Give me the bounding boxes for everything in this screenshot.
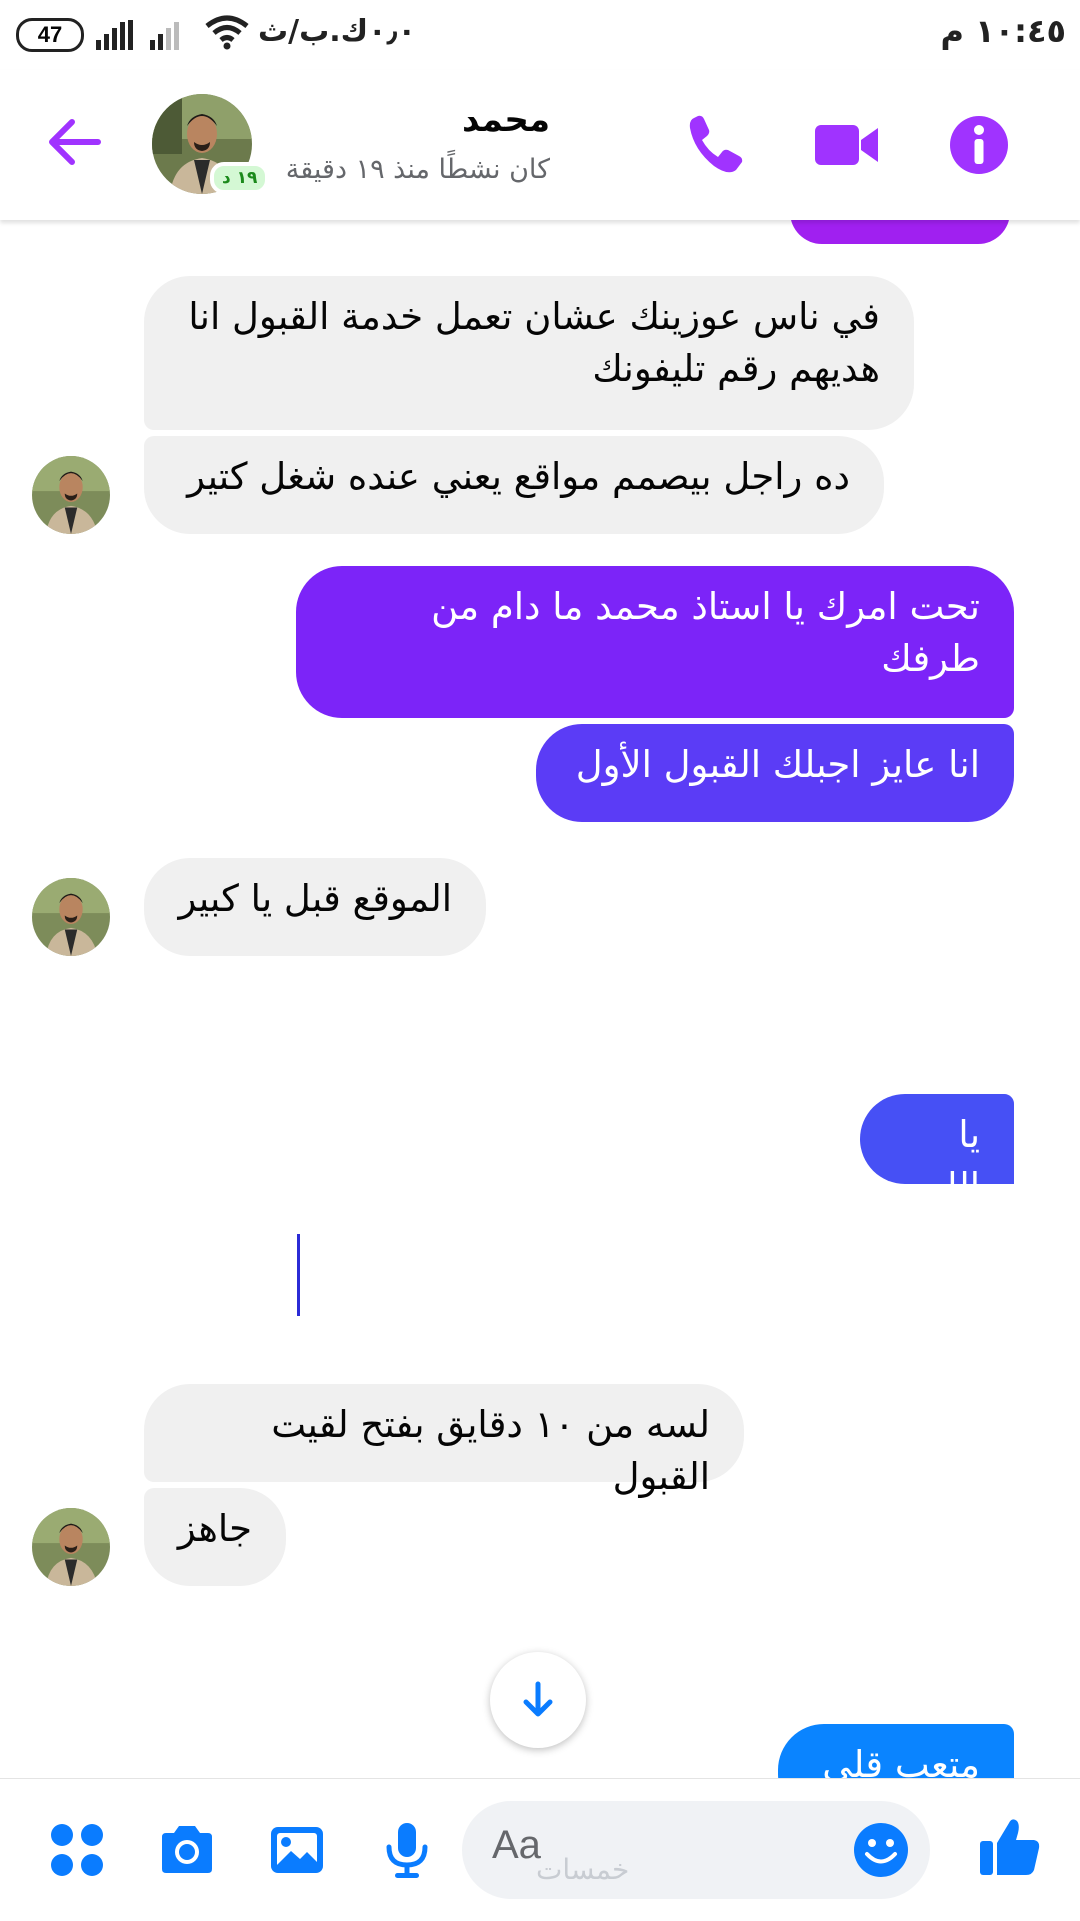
thumbs-up-icon[interactable] bbox=[976, 1813, 1044, 1881]
scroll-to-bottom-button[interactable] bbox=[490, 1652, 586, 1748]
message-bubble[interactable]: يا الله bbox=[860, 1094, 1014, 1208]
info-icon[interactable] bbox=[944, 110, 1014, 180]
signal-strength-icon-2 bbox=[150, 20, 179, 50]
apps-grid-icon[interactable] bbox=[46, 1819, 108, 1881]
text-cursor-artifact bbox=[297, 1234, 300, 1316]
back-arrow-icon[interactable] bbox=[42, 110, 106, 174]
sender-avatar[interactable] bbox=[32, 878, 110, 956]
watermark-text: خمسات bbox=[536, 1853, 630, 1886]
microphone-icon[interactable] bbox=[376, 1819, 438, 1881]
message-bubble[interactable]: تحت امرك يا استاذ محمد ما دام من طرفك bbox=[296, 566, 1014, 718]
phone-icon[interactable] bbox=[680, 110, 750, 180]
message-composer: Aa خمسات bbox=[0, 1778, 1080, 1921]
signal-strength-icon bbox=[96, 20, 133, 50]
wifi-icon bbox=[205, 15, 249, 50]
clock: ١٠:٤٥ م bbox=[940, 12, 1066, 50]
sender-avatar[interactable] bbox=[32, 456, 110, 534]
sender-avatar[interactable] bbox=[32, 1508, 110, 1586]
message-bubble[interactable]: جاهز bbox=[144, 1488, 286, 1586]
message-input[interactable]: Aa خمسات bbox=[462, 1801, 930, 1899]
active-time-badge: ١٩ د bbox=[210, 162, 270, 194]
gallery-icon[interactable] bbox=[266, 1819, 328, 1881]
message-bubble[interactable]: الموقع قبل يا كبير bbox=[144, 858, 486, 956]
video-camera-icon[interactable] bbox=[812, 110, 882, 180]
camera-icon[interactable] bbox=[156, 1819, 218, 1881]
arrow-down-icon bbox=[523, 1681, 553, 1717]
message-bubble[interactable]: في ناس عوزينك عشان تعمل خدمة القبول انا … bbox=[144, 276, 914, 430]
message-bubble[interactable]: انا عايز اجبلك القبول الأول bbox=[536, 724, 1014, 822]
message-bubble[interactable]: لسه من ١٠ دقايق بفتح لقيت القبول bbox=[144, 1384, 744, 1498]
battery-indicator: 47 bbox=[16, 18, 84, 52]
message-bubble[interactable]: ده راجل بيصمم مواقع يعني عنده شغل كتير bbox=[144, 436, 884, 534]
contact-name[interactable]: محمد bbox=[462, 100, 550, 140]
network-speed: ٠٫٠ك.ب/ث bbox=[258, 14, 416, 49]
active-status: كان نشطًا منذ ١٩ دقيقة bbox=[285, 154, 550, 185]
chat-header: ١٩ د محمد كان نشطًا منذ ١٩ دقيقة bbox=[0, 70, 1080, 220]
emoji-icon[interactable] bbox=[852, 1821, 910, 1879]
status-bar: 47 ٠٫٠ك.ب/ث ١٠:٤٥ م bbox=[0, 0, 1080, 70]
message-input-placeholder: Aa bbox=[492, 1823, 541, 1867]
